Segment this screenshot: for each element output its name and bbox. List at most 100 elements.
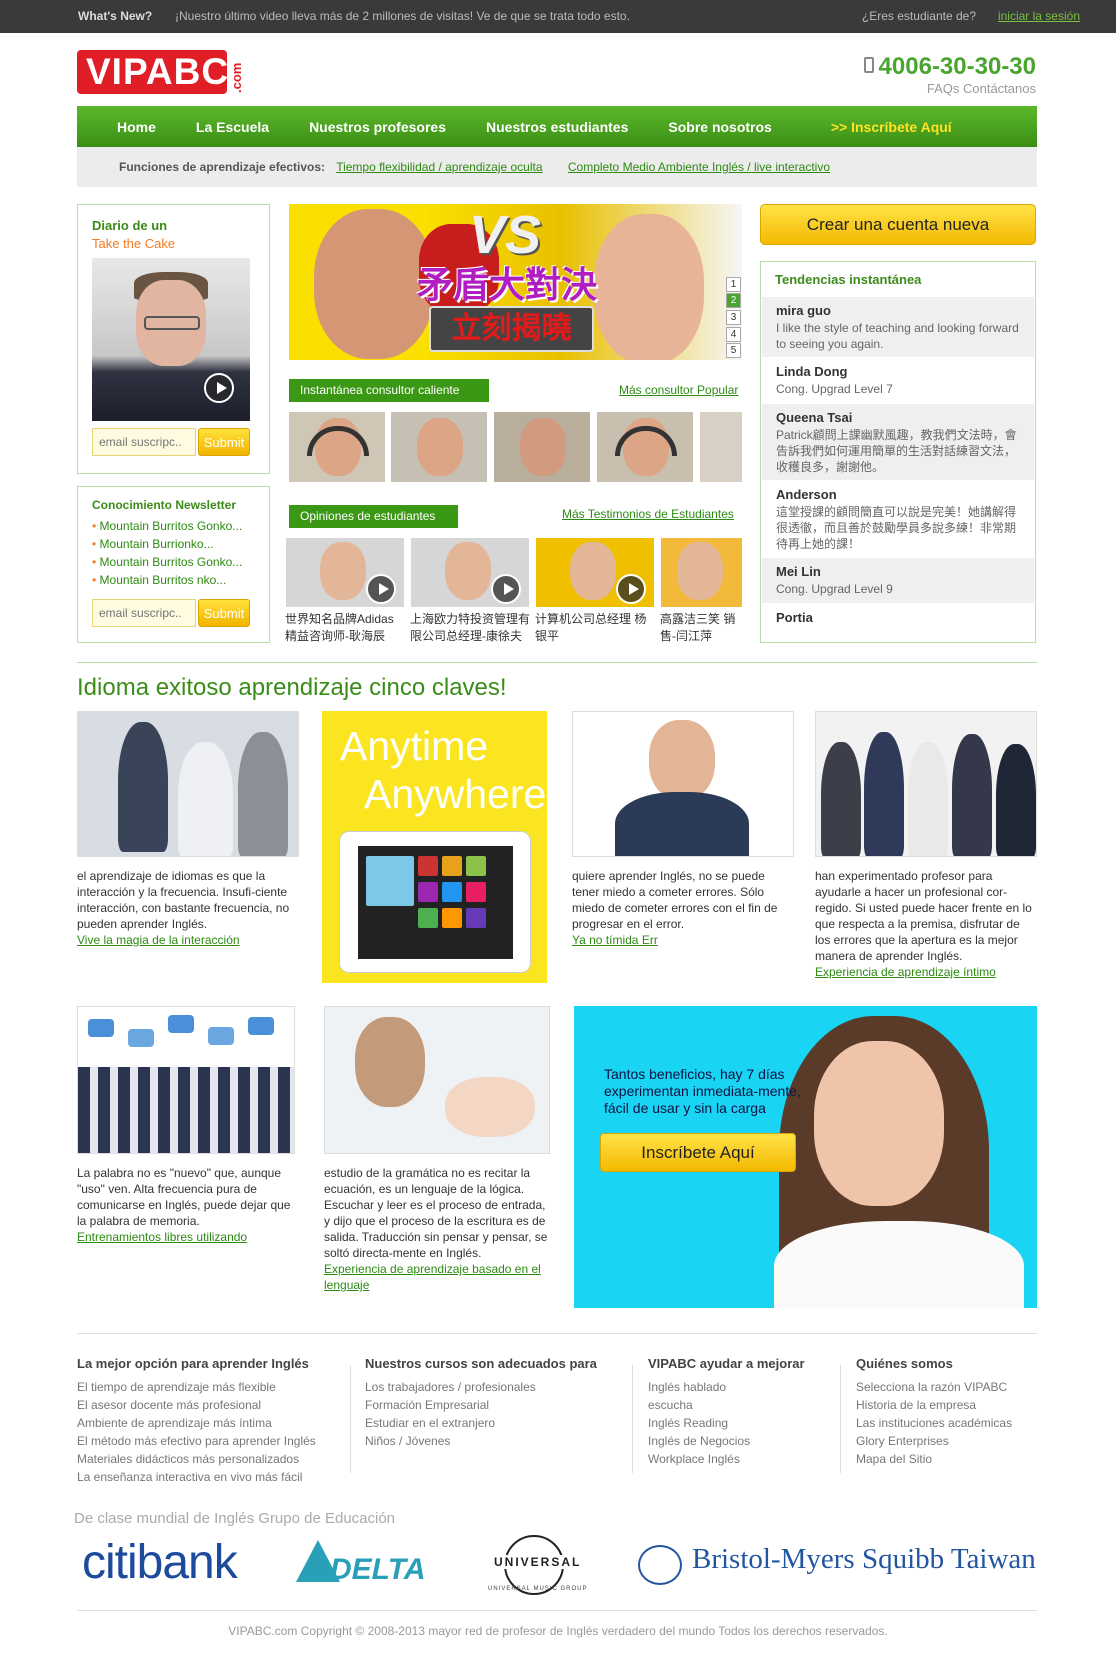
consultant-photo[interactable]	[494, 412, 590, 482]
key-link-2[interactable]: Ya no tímida Err	[572, 932, 658, 948]
newsletter-box: Conocimiento Newsletter Mountain Burrito…	[77, 486, 270, 643]
vipabc-logo[interactable]: VIPABC	[77, 50, 228, 94]
play-icon[interactable]	[204, 373, 234, 403]
promo-signup-button[interactable]: Inscríbete Aquí	[600, 1133, 796, 1172]
student-caption: 世界知名品牌Adidas精益咨询师-耿海辰	[285, 612, 394, 643]
nav-home[interactable]: Home	[117, 119, 156, 135]
footer-link[interactable]: Materiales didácticos más personalizados	[77, 1450, 316, 1468]
trend-name: Mei Lin	[776, 564, 821, 579]
newsletter-item[interactable]: Mountain Burrionko...	[92, 537, 242, 551]
key-link-3[interactable]: Experiencia de aprendizaje íntimo	[815, 964, 996, 980]
footer-link[interactable]: El asesor docente más profesional	[77, 1396, 316, 1414]
trend-item: mira guo I like the style of teaching an…	[762, 297, 1034, 357]
faqs-contact-link[interactable]: FAQs Contáctanos	[927, 81, 1036, 96]
play-icon[interactable]	[616, 574, 646, 604]
nav-profesores[interactable]: Nuestros profesores	[309, 119, 446, 135]
more-consultants-link[interactable]: Más consultor Popular	[619, 383, 738, 397]
footer-link[interactable]: Glory Enterprises	[856, 1432, 1012, 1450]
shy-man-photo[interactable]	[572, 711, 794, 857]
footer-link[interactable]: La enseñanza interactiva en vivo más fác…	[77, 1468, 316, 1486]
trend-comment: 這堂授課的顧問簡直可以說是完美！她講解得很透徹，而且善於鼓勵學員多說多練！非常期…	[776, 505, 1017, 551]
hero-banner[interactable]: VS 矛盾大對決 立刻揭曉	[289, 204, 742, 360]
key-link-1[interactable]: Vive la magia de la interacción	[77, 932, 240, 948]
key-link-4[interactable]: Entrenamientos libres utilizando	[77, 1229, 247, 1245]
footer-link[interactable]: Niños / Jóvenes	[365, 1432, 536, 1450]
speech-bubbles-photo[interactable]	[77, 1006, 295, 1154]
play-icon[interactable]	[366, 574, 396, 604]
student-video[interactable]	[286, 538, 404, 607]
anytime-text: Anytime	[340, 723, 489, 769]
student-video[interactable]	[661, 538, 742, 607]
footer-link[interactable]: Formación Empresarial	[365, 1396, 536, 1414]
submit-button[interactable]: Submit	[198, 599, 250, 627]
consultant-photo[interactable]	[391, 412, 487, 482]
team-photo[interactable]	[815, 711, 1037, 857]
footer-col-1: El tiempo de aprendizaje más flexible El…	[77, 1378, 316, 1486]
nav-sobre-nosotros[interactable]: Sobre nosotros	[668, 119, 771, 135]
banner-button[interactable]: 立刻揭曉	[429, 306, 594, 352]
footer-link[interactable]: Inglés Reading	[648, 1414, 750, 1432]
tablet-image	[339, 831, 531, 973]
consultant-photo[interactable]	[700, 412, 742, 482]
trend-item: Anderson 這堂授課的顧問簡直可以說是完美！她講解得很透徹，而且善於鼓勵學…	[762, 481, 1034, 557]
newsletter-item[interactable]: Mountain Burritos nko...	[92, 573, 242, 587]
footer-link[interactable]: Los trabajadores / profesionales	[365, 1378, 536, 1396]
top-bar: What's New? ¡Nuestro último video lleva …	[0, 0, 1116, 33]
footer-link[interactable]: Workplace Inglés	[648, 1450, 750, 1468]
email-field[interactable]	[92, 599, 196, 627]
banner-page-5[interactable]: 5	[726, 343, 741, 358]
bms-emblem-icon	[638, 1545, 682, 1585]
student-video[interactable]	[411, 538, 529, 607]
divider	[77, 662, 1037, 663]
diario-subtitle[interactable]: Take the Cake	[92, 236, 175, 251]
footer-link[interactable]: Las instituciones académicas	[856, 1414, 1012, 1432]
footer-link[interactable]: Ambiente de aprendizaje más íntima	[77, 1414, 316, 1432]
key-link-5[interactable]: Experiencia de aprendizaje basado en el …	[324, 1261, 550, 1293]
footer-link[interactable]: El tiempo de aprendizaje más flexible	[77, 1378, 316, 1396]
anywhere-text: Anywhere	[364, 771, 547, 817]
newsletter-item[interactable]: Mountain Burritos Gonko...	[92, 519, 243, 533]
interaction-photo[interactable]	[77, 711, 299, 857]
footer-separator	[350, 1365, 351, 1473]
diario-video[interactable]	[92, 258, 250, 421]
play-icon[interactable]	[491, 574, 521, 604]
trend-item: Portia	[762, 604, 1034, 640]
footer-link[interactable]: El método más efectivo para aprender Ing…	[77, 1432, 316, 1450]
more-testimonials-link[interactable]: Más Testimonios de Estudiantes	[562, 507, 734, 521]
student-video[interactable]	[536, 538, 654, 607]
footer-link[interactable]: Inglés de Negocios	[648, 1432, 750, 1450]
trend-comment: Cong. Upgrad Level 9	[776, 582, 893, 596]
footer-link[interactable]: Estudiar en el extranjero	[365, 1414, 536, 1432]
email-field[interactable]	[92, 428, 196, 456]
banner-page-4[interactable]: 4	[726, 327, 741, 342]
banner-page-1[interactable]: 1	[726, 277, 741, 292]
nav-escuela[interactable]: La Escuela	[196, 119, 269, 135]
footer-link[interactable]: Inglés hablado	[648, 1378, 750, 1396]
trend-comment: Patrick顧問上課幽默風趣，教我們文法時，會告訴我們如何運用簡單的生活對話練…	[776, 428, 1017, 474]
feature-link-flexible[interactable]: Tiempo flexibilidad / aprendizaje oculta	[336, 160, 542, 174]
footer-link[interactable]: Mapa del Sitio	[856, 1450, 1012, 1468]
newsletter-item[interactable]: Mountain Burritos Gonko...	[92, 555, 243, 569]
whats-new-message[interactable]: ¡Nuestro último video lleva más de 2 mil…	[175, 9, 630, 23]
mother-baby-photo[interactable]	[324, 1006, 550, 1154]
consultant-photo[interactable]	[289, 412, 385, 482]
trend-name: Portia	[776, 610, 813, 625]
student-caption: 高露洁三笑 销售-闫江萍	[660, 612, 736, 643]
promo-text: Tantos beneficios, hay 7 días experiment…	[604, 1066, 801, 1116]
nav-estudiantes[interactable]: Nuestros estudiantes	[486, 119, 628, 135]
anytime-anywhere-banner[interactable]: Anytime Anywhere	[322, 711, 547, 983]
submit-button[interactable]: Submit	[198, 428, 250, 456]
create-account-button[interactable]: Crear una cuenta nueva	[760, 204, 1036, 245]
nav-signup[interactable]: >> Inscríbete Aquí	[831, 119, 952, 135]
feature-link-interactive[interactable]: Completo Medio Ambiente Inglés / live in…	[568, 160, 830, 174]
footer-link[interactable]: escucha	[648, 1396, 750, 1414]
login-link[interactable]: iniciar la sesión	[998, 9, 1080, 23]
footer-link[interactable]: Historia de la empresa	[856, 1396, 1012, 1414]
key-desc-3: han experimentado profesor para ayudarle…	[815, 869, 1032, 980]
consultant-photo[interactable]	[597, 412, 693, 482]
trend-name: Queena Tsai	[776, 410, 853, 425]
banner-page-2[interactable]: 2	[726, 293, 741, 308]
banner-page-3[interactable]: 3	[726, 310, 741, 325]
whats-new-label: What's New?	[78, 9, 153, 23]
footer-link[interactable]: Selecciona la razón VIPABC	[856, 1378, 1012, 1396]
